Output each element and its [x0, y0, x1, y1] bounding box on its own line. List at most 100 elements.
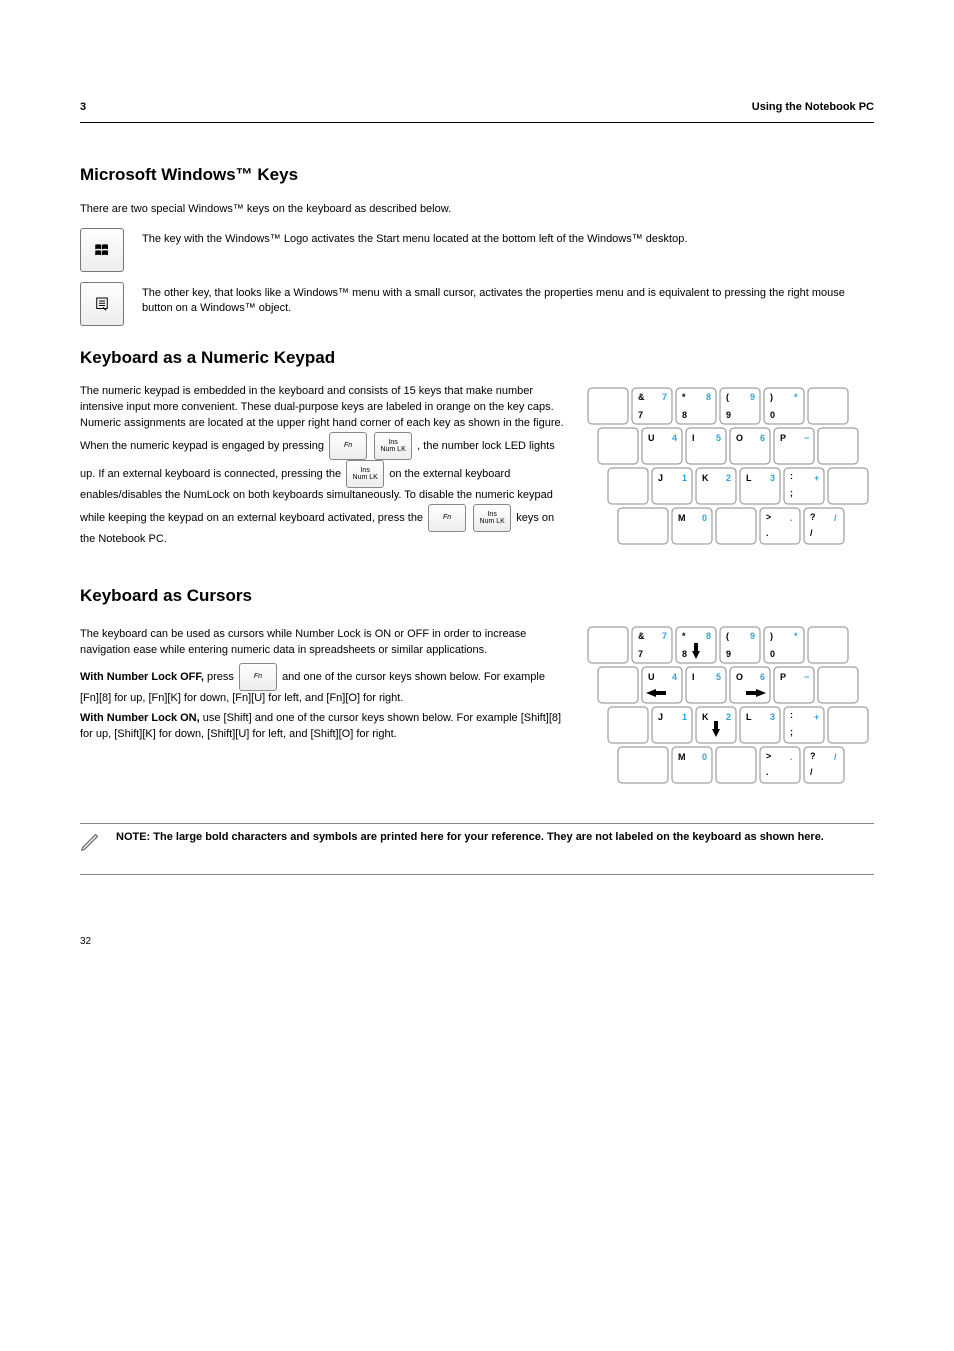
svg-text:J: J	[658, 712, 663, 722]
svg-text:.: .	[790, 513, 793, 523]
svg-text:3: 3	[770, 473, 775, 483]
note-text: NOTE: The large bold characters and symb…	[116, 830, 824, 846]
svg-text:U: U	[648, 672, 655, 682]
svg-text:0: 0	[702, 752, 707, 762]
svg-text:L: L	[746, 712, 752, 722]
app-key-desc: The other key, that looks like a Windows…	[142, 286, 874, 318]
svg-text:.: .	[766, 767, 769, 777]
svg-text:P: P	[780, 672, 786, 682]
svg-text:&: &	[638, 631, 645, 641]
windows-logo-key	[80, 228, 124, 272]
svg-text:;: ;	[790, 727, 793, 737]
svg-text:2: 2	[726, 473, 731, 483]
svg-text:P: P	[780, 433, 786, 443]
svg-text:−: −	[804, 433, 809, 443]
svg-text:(: (	[726, 631, 729, 641]
section-title-cursors: Keyboard as Cursors	[80, 584, 874, 609]
svg-text:3: 3	[770, 712, 775, 722]
svg-text:+: +	[814, 712, 819, 722]
svg-text:O: O	[736, 433, 743, 443]
svg-text:>: >	[766, 751, 771, 761]
svg-text:M: M	[678, 513, 686, 523]
numlk-key-inline-2: InsNum LK	[346, 460, 384, 488]
svg-text:6: 6	[760, 672, 765, 682]
chapter-title: Using the Notebook PC	[752, 100, 874, 116]
svg-text:8: 8	[682, 649, 687, 659]
application-key	[80, 282, 124, 326]
svg-text:0: 0	[770, 410, 775, 420]
winkeys-intro: There are two special Windows™ keys on t…	[80, 202, 874, 218]
section-title-winkeys: Microsoft Windows™ Keys	[80, 163, 874, 188]
svg-text:5: 5	[716, 672, 721, 682]
numlock-on-label: With Number Lock ON,	[80, 712, 200, 724]
svg-text:−: −	[804, 672, 809, 682]
fn-key-inline-3: Fn	[239, 663, 277, 691]
cursors-block: &7 7 *8 8 (9 9 )* 0 U4 I5 O6	[80, 623, 874, 793]
svg-text:7: 7	[638, 649, 643, 659]
svg-text:9: 9	[726, 410, 731, 420]
svg-text:*: *	[794, 392, 798, 402]
note-divider-top	[80, 823, 874, 824]
svg-text:8: 8	[706, 631, 711, 641]
svg-text:7: 7	[638, 410, 643, 420]
svg-text:): )	[770, 392, 773, 402]
svg-text:+: +	[814, 473, 819, 483]
numlock-off-text1: press	[207, 671, 237, 683]
keypad-figure-1: & 7 7 * 8 8 (9 9 ) * 0 U 4 I 5 O 6 P −	[584, 384, 874, 554]
svg-text:;: ;	[790, 488, 793, 498]
svg-text:4: 4	[672, 433, 677, 443]
page-footer: 32	[80, 935, 874, 950]
numlock-off-label: With Number Lock OFF,	[80, 671, 204, 683]
numlk-key-inline-3: InsNum LK	[473, 504, 511, 532]
app-key-row: The other key, that looks like a Windows…	[80, 282, 874, 326]
svg-text:9: 9	[750, 631, 755, 641]
section-title-numpad: Keyboard as a Numeric Keypad	[80, 346, 874, 371]
svg-text:.: .	[766, 528, 769, 538]
svg-text:O: O	[736, 672, 743, 682]
page-number: 32	[80, 935, 91, 950]
svg-text::: :	[790, 471, 793, 481]
keypad-figure-2: &7 7 *8 8 (9 9 )* 0 U4 I5 O6	[584, 623, 874, 793]
numpad-block: & 7 7 * 8 8 (9 9 ) * 0 U 4 I 5 O 6 P −	[80, 384, 874, 554]
svg-text:1: 1	[682, 473, 687, 483]
svg-text:J: J	[658, 473, 663, 483]
svg-text:K: K	[702, 473, 709, 483]
svg-text:9: 9	[750, 392, 755, 402]
svg-text:I: I	[692, 672, 695, 682]
svg-text:I: I	[692, 433, 695, 443]
svg-text:?: ?	[810, 751, 816, 761]
svg-text:7: 7	[662, 392, 667, 402]
svg-text:(: (	[726, 392, 729, 402]
svg-text:8: 8	[682, 410, 687, 420]
svg-text:): )	[770, 631, 773, 641]
svg-text::: :	[790, 710, 793, 720]
note-block: NOTE: The large bold characters and symb…	[80, 830, 874, 852]
svg-text:U: U	[648, 433, 655, 443]
svg-text:K: K	[702, 712, 709, 722]
windows-logo-icon	[93, 241, 111, 259]
svg-text:*: *	[794, 631, 798, 641]
svg-text:&: &	[638, 392, 645, 402]
chapter-number: 3	[80, 100, 86, 116]
svg-text:2: 2	[726, 712, 731, 722]
svg-text:0: 0	[770, 649, 775, 659]
svg-text:M: M	[678, 752, 686, 762]
svg-text:*: *	[682, 631, 686, 641]
svg-text:*: *	[682, 392, 686, 402]
svg-text:5: 5	[716, 433, 721, 443]
svg-text:?: ?	[810, 512, 816, 522]
svg-text:4: 4	[672, 672, 677, 682]
fn-key-inline-1: Fn	[329, 432, 367, 460]
svg-text:.: .	[790, 752, 793, 762]
svg-text:L: L	[746, 473, 752, 483]
svg-text:7: 7	[662, 631, 667, 641]
note-divider-bottom	[80, 874, 874, 875]
page-header: 3 Using the Notebook PC	[80, 100, 874, 123]
fn-key-inline-2: Fn	[428, 504, 466, 532]
svg-text:6: 6	[760, 433, 765, 443]
svg-text:1: 1	[682, 712, 687, 722]
app-menu-icon	[93, 295, 111, 313]
svg-text:>: >	[766, 512, 771, 522]
windows-key-desc: The key with the Windows™ Logo activates…	[142, 232, 874, 248]
svg-text:8: 8	[706, 392, 711, 402]
